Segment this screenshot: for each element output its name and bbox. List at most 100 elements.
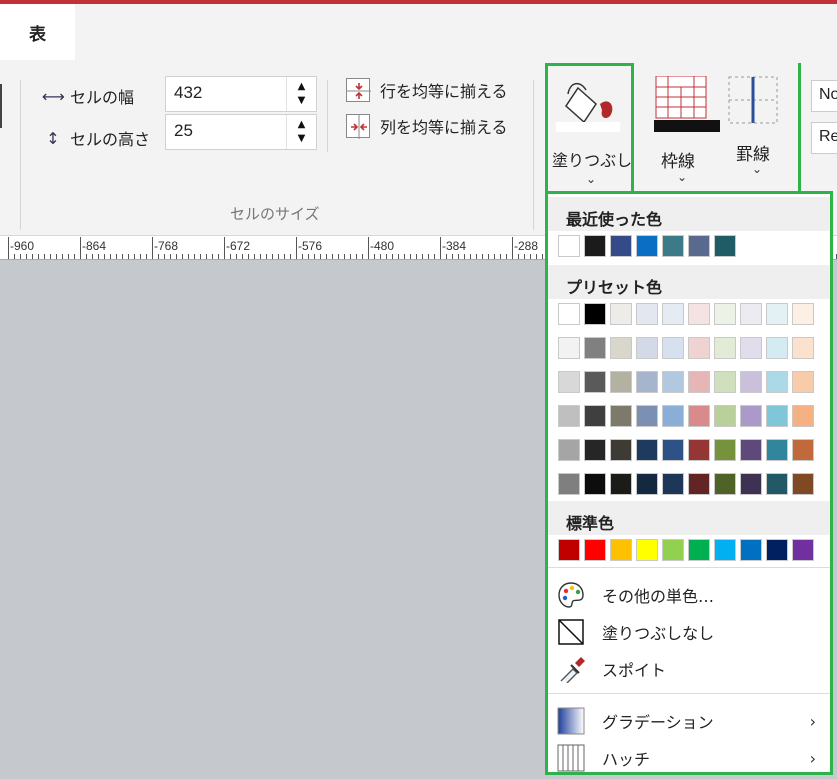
eyedropper-item[interactable]: スポイト: [556, 652, 826, 686]
preset-color-swatch[interactable]: [662, 439, 684, 461]
preset-color-swatch[interactable]: [688, 473, 710, 495]
preset-color-swatch[interactable]: [558, 405, 580, 427]
standard-color-swatch[interactable]: [740, 539, 762, 561]
tab-table[interactable]: 表: [0, 4, 75, 60]
recent-color-swatch[interactable]: [584, 235, 606, 257]
preset-color-swatch[interactable]: [662, 337, 684, 359]
chevron-down-icon[interactable]: ⌄: [677, 170, 687, 184]
preset-color-swatch[interactable]: [688, 405, 710, 427]
preset-color-swatch[interactable]: [610, 473, 632, 495]
preset-color-swatch[interactable]: [792, 405, 814, 427]
preset-color-swatch[interactable]: [610, 405, 632, 427]
preset-color-swatch[interactable]: [636, 405, 658, 427]
preset-color-swatch[interactable]: [558, 337, 580, 359]
cell-width-stepper[interactable]: 432 ▲ ▼: [165, 76, 317, 112]
no-fill-item[interactable]: 塗りつぶしなし: [556, 615, 826, 649]
standard-color-swatch[interactable]: [662, 539, 684, 561]
preset-color-swatch[interactable]: [714, 439, 736, 461]
preset-color-swatch[interactable]: [740, 303, 762, 325]
preset-color-swatch[interactable]: [584, 473, 606, 495]
preset-color-swatch[interactable]: [740, 473, 762, 495]
equalize-rows-button[interactable]: 行を均等に揃える: [346, 78, 508, 102]
preset-color-swatch[interactable]: [662, 303, 684, 325]
frame-button-label[interactable]: 枠線: [661, 147, 695, 172]
font-select[interactable]: No: [811, 80, 837, 112]
preset-color-swatch[interactable]: [740, 439, 762, 461]
gradient-item[interactable]: グラデーション ›: [556, 704, 826, 738]
preset-color-swatch[interactable]: [740, 337, 762, 359]
preset-color-swatch[interactable]: [792, 337, 814, 359]
preset-color-swatch[interactable]: [766, 337, 788, 359]
preset-color-swatch[interactable]: [584, 439, 606, 461]
preset-color-swatch[interactable]: [558, 371, 580, 393]
preset-color-swatch[interactable]: [636, 303, 658, 325]
preset-color-swatch[interactable]: [636, 337, 658, 359]
preset-color-swatch[interactable]: [792, 439, 814, 461]
preset-color-swatch[interactable]: [688, 303, 710, 325]
preset-color-swatch[interactable]: [766, 473, 788, 495]
preset-color-swatch[interactable]: [792, 371, 814, 393]
preset-color-swatch[interactable]: [766, 439, 788, 461]
preset-color-swatch[interactable]: [740, 405, 762, 427]
preset-color-swatch[interactable]: [610, 337, 632, 359]
hatch-item[interactable]: ハッチ ›: [556, 741, 826, 775]
preset-color-swatch[interactable]: [610, 303, 632, 325]
preset-color-swatch[interactable]: [688, 439, 710, 461]
standard-color-swatch[interactable]: [792, 539, 814, 561]
recent-color-swatch[interactable]: [610, 235, 632, 257]
preset-color-swatch[interactable]: [584, 337, 606, 359]
preset-color-swatch[interactable]: [662, 371, 684, 393]
preset-color-swatch[interactable]: [714, 337, 736, 359]
preset-color-swatch[interactable]: [766, 303, 788, 325]
increment-icon[interactable]: ▲: [298, 118, 306, 132]
recent-color-swatch[interactable]: [688, 235, 710, 257]
preset-color-swatch[interactable]: [558, 439, 580, 461]
preset-color-swatch[interactable]: [688, 337, 710, 359]
equalize-columns-button[interactable]: 列を均等に揃える: [346, 114, 508, 139]
standard-color-swatch[interactable]: [766, 539, 788, 561]
decrement-icon[interactable]: ▼: [298, 132, 306, 146]
recent-color-swatch[interactable]: [662, 235, 684, 257]
preset-color-swatch[interactable]: [636, 371, 658, 393]
standard-color-swatch[interactable]: [714, 539, 736, 561]
preset-color-swatch[interactable]: [792, 473, 814, 495]
chevron-down-icon[interactable]: ⌄: [586, 172, 596, 186]
preset-color-swatch[interactable]: [610, 439, 632, 461]
more-colors-item[interactable]: その他の単色…: [556, 578, 826, 612]
preset-color-swatch[interactable]: [662, 473, 684, 495]
standard-color-swatch[interactable]: [610, 539, 632, 561]
preset-color-swatch[interactable]: [714, 303, 736, 325]
preset-color-swatch[interactable]: [558, 473, 580, 495]
preset-color-swatch[interactable]: [610, 371, 632, 393]
recent-color-swatch[interactable]: [636, 235, 658, 257]
preset-color-swatch[interactable]: [714, 473, 736, 495]
standard-color-swatch[interactable]: [688, 539, 710, 561]
cell-width-value[interactable]: 432: [166, 77, 286, 111]
decrement-icon[interactable]: ▼: [298, 94, 306, 108]
standard-color-swatch[interactable]: [558, 539, 580, 561]
cell-height-value[interactable]: 25: [166, 115, 286, 149]
preset-color-swatch[interactable]: [584, 405, 606, 427]
preset-color-swatch[interactable]: [584, 371, 606, 393]
preset-color-swatch[interactable]: [636, 473, 658, 495]
recent-color-swatch[interactable]: [714, 235, 736, 257]
preset-color-swatch[interactable]: [636, 439, 658, 461]
preset-color-swatch[interactable]: [740, 371, 762, 393]
chevron-down-icon[interactable]: ⌄: [752, 162, 762, 176]
standard-color-swatch[interactable]: [584, 539, 606, 561]
increment-icon[interactable]: ▲: [298, 80, 306, 94]
preset-color-swatch[interactable]: [766, 371, 788, 393]
preset-color-swatch[interactable]: [584, 303, 606, 325]
preset-color-swatch[interactable]: [662, 405, 684, 427]
standard-color-swatch[interactable]: [636, 539, 658, 561]
preset-color-swatch[interactable]: [714, 405, 736, 427]
preset-color-swatch[interactable]: [792, 303, 814, 325]
style-select[interactable]: Re: [811, 122, 837, 154]
preset-color-swatch[interactable]: [688, 371, 710, 393]
recent-color-swatch[interactable]: [558, 235, 580, 257]
preset-color-swatch[interactable]: [558, 303, 580, 325]
ruler-tick: [494, 254, 495, 259]
cell-height-stepper[interactable]: 25 ▲ ▼: [165, 114, 317, 150]
preset-color-swatch[interactable]: [714, 371, 736, 393]
preset-color-swatch[interactable]: [766, 405, 788, 427]
